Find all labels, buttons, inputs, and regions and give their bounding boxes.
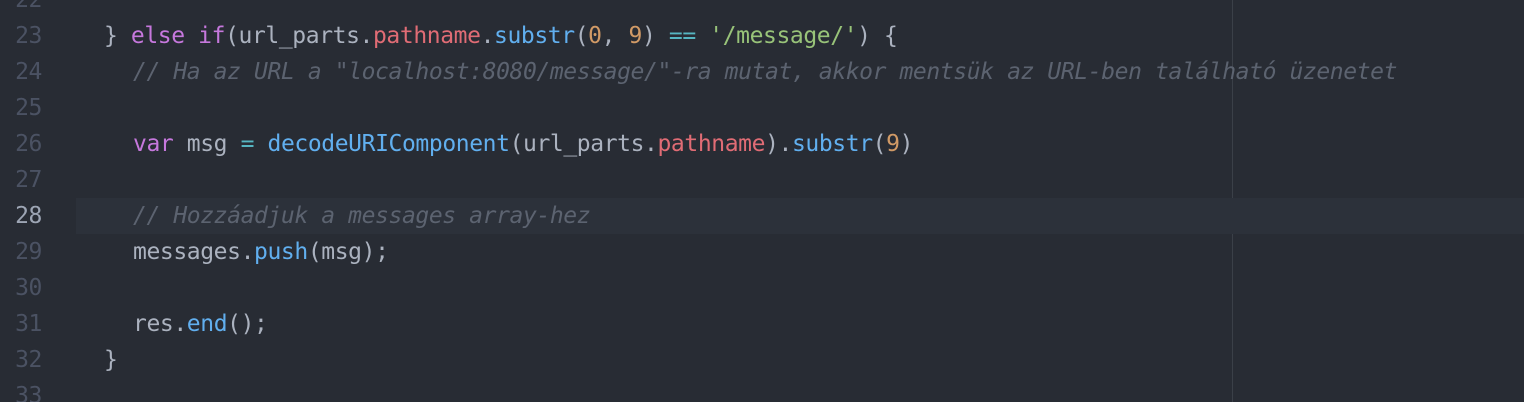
code-line-28[interactable]: // Hozzáadjuk a messages array-hez: [0, 198, 1524, 234]
function-token: decodeURIComponent: [267, 131, 510, 157]
comment-token: // Hozzáadjuk a messages array-hez: [133, 203, 591, 229]
keyword-token: else: [130, 23, 185, 49]
line-number: 25: [15, 95, 42, 121]
line-number-gutter[interactable]: 22 23 24 25 26 27 28 29 30 31 32 33: [0, 0, 60, 402]
line-number: 23: [15, 23, 42, 49]
line-number: 30: [15, 275, 42, 301]
code-line-23[interactable]: } else if(url_parts.pathname.substr(0, 9…: [0, 18, 1524, 54]
token: ();: [227, 311, 268, 337]
keyword-token: var: [133, 131, 174, 157]
function-token: end: [186, 311, 228, 337]
code-line-24[interactable]: // Ha az URL a "localhost:8080/message/"…: [0, 54, 1524, 90]
token: (msg);: [307, 239, 389, 265]
line-number-current: 28: [15, 203, 42, 229]
code-line-29[interactable]: messages.push(msg);: [0, 234, 1524, 270]
operator-token: ==: [668, 23, 696, 49]
comment-token: // Ha az URL a "localhost:8080/message/"…: [133, 59, 1398, 85]
number-token: 9: [886, 131, 900, 157]
code-line-31[interactable]: res.end();: [0, 306, 1524, 342]
token: ).: [765, 131, 792, 157]
line-number: 31: [15, 311, 42, 337]
function-token: substr: [494, 23, 575, 49]
line-number: 32: [15, 347, 42, 373]
token: (url_parts.: [225, 23, 373, 49]
token: ,: [601, 23, 629, 49]
token: ): [899, 131, 914, 157]
line-number: 29: [15, 239, 42, 265]
token: }: [104, 23, 131, 49]
token: (: [872, 131, 887, 157]
token: ): [641, 23, 669, 49]
token: ) {: [857, 23, 898, 49]
code-editor[interactable]: } else if(url_parts.pathname.substr(0, 9…: [0, 0, 1524, 402]
property-token: pathname: [657, 131, 766, 157]
operator-token: =: [240, 131, 255, 157]
line-number: 22: [15, 0, 42, 13]
token: msg: [173, 131, 241, 157]
token: .: [480, 23, 495, 49]
token: }: [104, 347, 118, 373]
line-number: 26: [15, 131, 42, 157]
function-token: substr: [791, 131, 873, 157]
code-area[interactable]: } else if(url_parts.pathname.substr(0, 9…: [0, 0, 1524, 402]
keyword-token: if: [198, 23, 226, 49]
property-token: pathname: [372, 23, 481, 49]
code-line-26[interactable]: var msg = decodeURIComponent(url_parts.p…: [0, 126, 1524, 162]
function-token: push: [254, 239, 308, 265]
token: messages.: [133, 239, 255, 265]
code-line-32[interactable]: }: [0, 342, 1524, 378]
line-number: 27: [15, 167, 42, 193]
token: res.: [133, 311, 187, 337]
line-number: 33: [15, 383, 42, 402]
number-token: 0: [588, 23, 602, 49]
number-token: 9: [628, 23, 643, 49]
line-number: 24: [15, 59, 42, 85]
token: (url_parts.: [509, 131, 658, 157]
string-token: '/message/': [709, 23, 858, 49]
token: (: [574, 23, 589, 49]
